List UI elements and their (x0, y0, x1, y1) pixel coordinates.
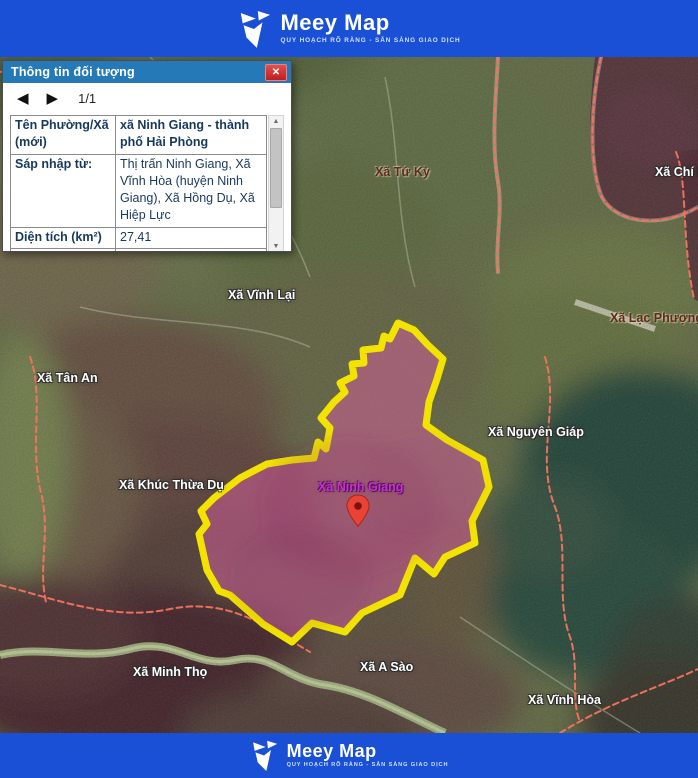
brand-tagline: QUY HOẠCH RÕ RÀNG - SẴN SÀNG GIAO DỊCH (280, 37, 461, 45)
map-label-khuc-thua-du[interactable]: Xã Khúc Thừa Dụ (119, 478, 224, 492)
field-label: Tên Phường/Xã (mới) (10, 115, 116, 155)
meeymap-logo-icon (241, 10, 271, 48)
popup-body: ◀ ▶ 1/1 Tên Phường/Xã (mới) xã Ninh Gian… (3, 83, 291, 251)
map-label-minh-tho[interactable]: Xã Minh Thọ (133, 665, 207, 679)
field-value: 39.535 (115, 247, 267, 251)
scroll-down-icon[interactable]: ▼ (269, 241, 283, 251)
close-button[interactable]: ✕ (265, 63, 287, 81)
meey-map-app: Meey Map QUY HOẠCH RÕ RÀNG - SẴN SÀNG GI… (0, 0, 698, 778)
map-label-ninh-giang[interactable]: Xã Ninh Giang (318, 480, 403, 494)
prev-page-button[interactable]: ◀ (17, 91, 29, 106)
map-label-chi-m[interactable]: Xã Chí M (655, 165, 698, 179)
footer-bar: Meey Map QUY HOẠCH RÕ RÀNG - SẴN SÀNG GI… (0, 733, 698, 778)
field-value: xã Ninh Giang - thành phố Hải Phòng (115, 115, 267, 155)
field-label: Sáp nhập từ: (10, 153, 116, 228)
table-row: Sáp nhập từ: Thị trấn Ninh Giang, Xã Vĩn… (10, 153, 267, 228)
pager-row: ◀ ▶ 1/1 (3, 83, 291, 112)
map-label-vinh-lai[interactable]: Xã Vĩnh Lại (228, 288, 295, 302)
page-indicator: 1/1 (78, 91, 97, 106)
brand-name: Meey Map (280, 10, 390, 36)
scrollbar-thumb[interactable] (270, 128, 282, 208)
header-bar: Meey Map QUY HOẠCH RÕ RÀNG - SẴN SÀNG GI… (0, 0, 698, 57)
table-row: Diện tích (km²) 27,41 (10, 226, 267, 249)
table-scrollbar[interactable]: ▲ ▼ (268, 115, 284, 251)
table-row: Dân số (người) 39.535 (10, 247, 267, 251)
map-label-lac-phuong[interactable]: Xã Lạc Phượng (610, 311, 698, 325)
map-label-tan-an[interactable]: Xã Tân An (37, 371, 98, 385)
feature-table-wrap: Tên Phường/Xã (mới) xã Ninh Giang - thàn… (10, 115, 284, 251)
table-row: Tên Phường/Xã (mới) xã Ninh Giang - thàn… (10, 115, 267, 155)
feature-table: Tên Phường/Xã (mới) xã Ninh Giang - thàn… (10, 115, 267, 251)
meeymap-logo-icon (252, 740, 277, 772)
map-label-nguyen-giap[interactable]: Xã Nguyên Giáp (488, 425, 584, 439)
popup-titlebar[interactable]: Thông tin đối tượng ✕ (3, 61, 291, 83)
scroll-up-icon[interactable]: ▲ (269, 116, 283, 127)
field-value: Thị trấn Ninh Giang, Xã Vĩnh Hòa (huyện … (115, 153, 267, 228)
next-page-button[interactable]: ▶ (47, 91, 59, 106)
meeymap-footer-logo[interactable]: Meey Map QUY HOẠCH RÕ RÀNG - SẴN SÀNG GI… (250, 739, 449, 772)
brand-name: Meey Map (286, 741, 377, 762)
map-label-tu-ky[interactable]: Xã Tứ Kỳ (375, 165, 430, 179)
map-canvas[interactable]: Xã Tứ Kỳ Xã Chí M Xã Lạc Phượng Xã Vĩnh … (0, 57, 698, 733)
meeymap-logo[interactable]: Meey Map QUY HOẠCH RÕ RÀNG - SẴN SÀNG GI… (237, 9, 460, 49)
feature-info-popup: Thông tin đối tượng ✕ ◀ ▶ 1/1 Tên Phường… (2, 60, 292, 252)
map-label-vinh-hoa[interactable]: Xã Vĩnh Hòa (528, 693, 601, 707)
field-label: Diện tích (km²) (10, 226, 116, 249)
field-value: 27,41 (115, 226, 267, 249)
map-label-a-sao[interactable]: Xã A Sào (360, 660, 413, 674)
brand-tagline: QUY HOẠCH RÕ RÀNG - SẴN SÀNG GIAO DỊCH (286, 762, 449, 769)
field-label: Dân số (người) (10, 247, 116, 251)
popup-title: Thông tin đối tượng (11, 65, 135, 79)
